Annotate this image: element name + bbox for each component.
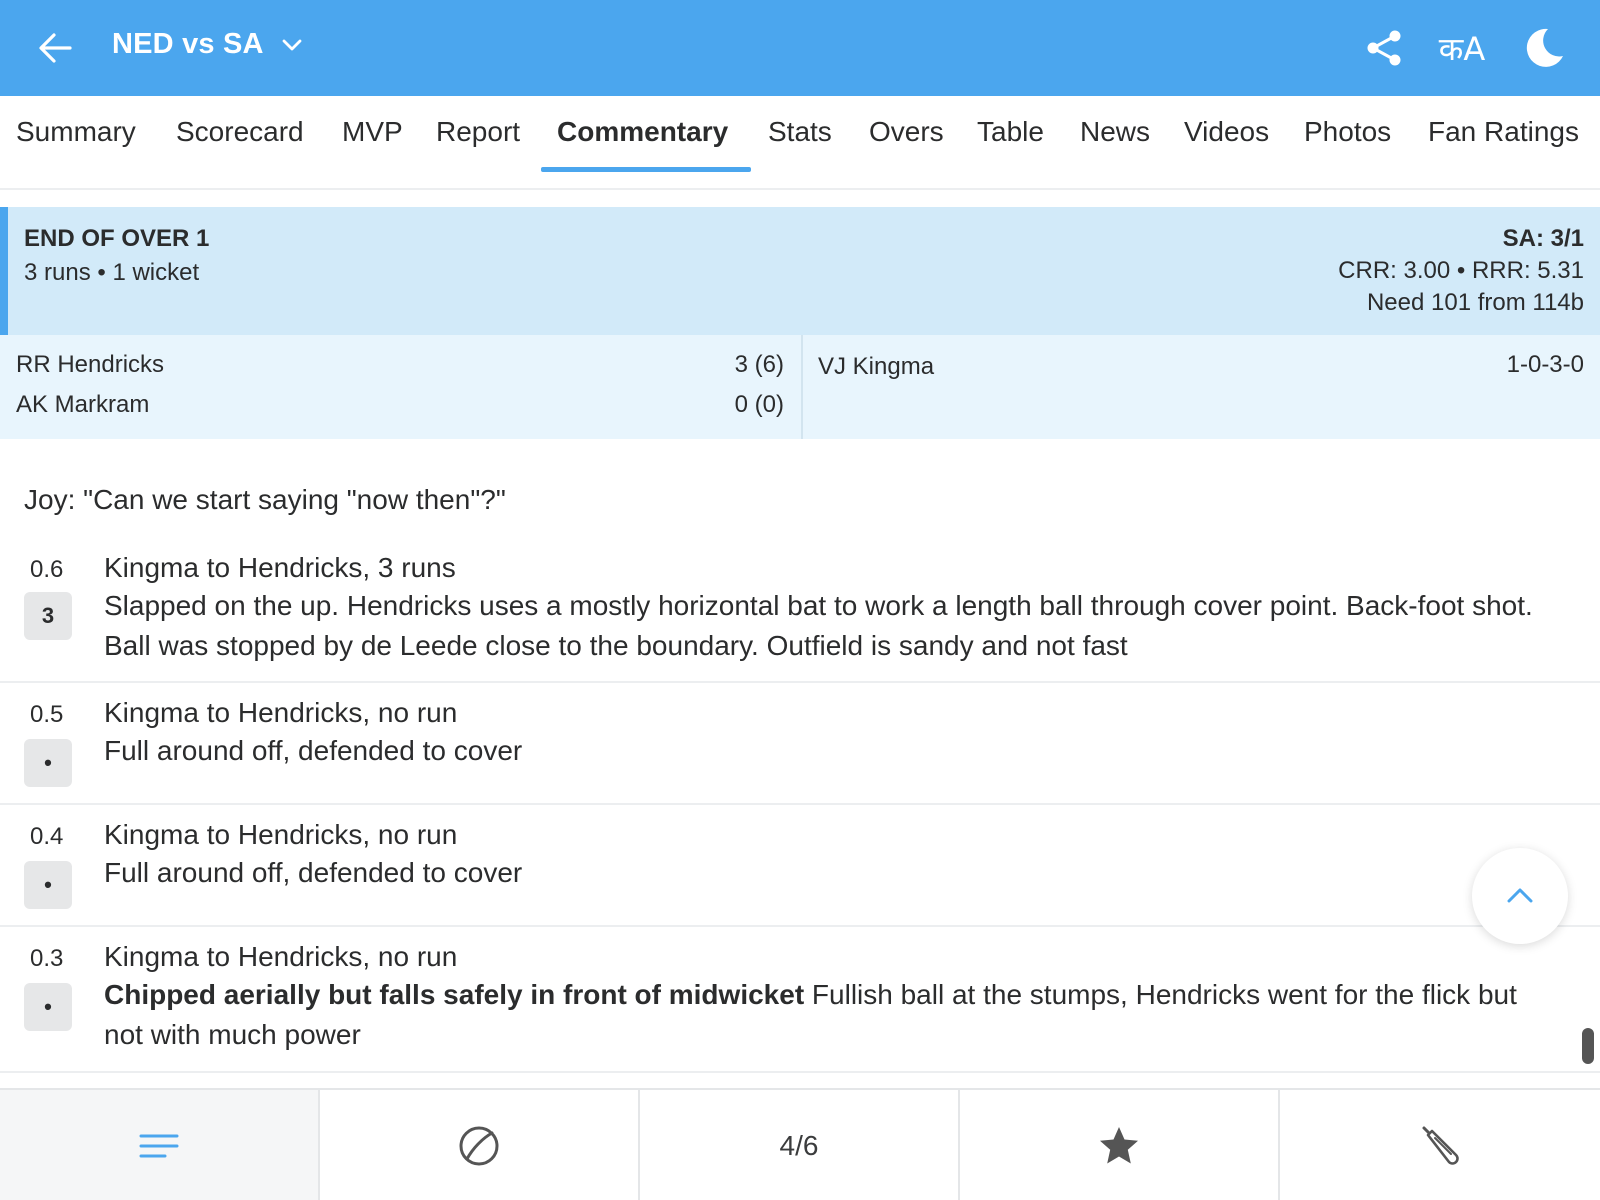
- commentary-item: 0.5 • Kingma to Hendricks, no run Full a…: [0, 683, 1600, 805]
- active-tab-indicator: [541, 167, 751, 172]
- bowler-figures: 1-0-3-0: [1506, 351, 1584, 378]
- commentary-item: 0.4 • Kingma to Hendricks, no run Full a…: [0, 805, 1600, 927]
- ball-description: Full around off, defended to cover: [104, 857, 523, 888]
- end-of-over-card: END OF OVER 1 3 runs • 1 wicket SA: 3/1 …: [0, 207, 1600, 335]
- over-number: 0.6: [30, 556, 64, 583]
- moon-icon[interactable]: [1520, 24, 1568, 72]
- over-number: 0.5: [30, 701, 64, 728]
- chevron-up-icon: [1507, 888, 1533, 903]
- page-indicator: 4/6: [779, 1130, 819, 1161]
- ball-result-badge: •: [24, 983, 72, 1031]
- tab-videos[interactable]: Videos: [1184, 116, 1269, 148]
- bottom-nav: 4/6: [0, 1088, 1600, 1200]
- commentary-note: Joy: "Can we start saying "now then"?": [24, 484, 506, 515]
- team-score: SA: 3/1: [1502, 225, 1584, 252]
- match-selector[interactable]: NED vs SA: [112, 28, 304, 61]
- top-bar: NED vs SA कA: [0, 0, 1600, 96]
- ball-description: Chipped aerially but falls safely in fro…: [104, 975, 1544, 1055]
- star-icon: [1100, 1127, 1138, 1164]
- ball-result-badge: 3: [24, 592, 72, 640]
- tab-summary[interactable]: Summary: [16, 116, 136, 148]
- ball-highlight: Chipped aerially but falls safely in fro…: [104, 979, 805, 1010]
- commentary-item: 0.6 3 Kingma to Hendricks, 3 runs Slappe…: [0, 546, 1600, 683]
- tab-report[interactable]: Report: [436, 116, 520, 148]
- nav-highlights[interactable]: [960, 1090, 1280, 1200]
- over-number: 0.3: [30, 945, 64, 972]
- tab-table[interactable]: Table: [977, 116, 1044, 148]
- ball-description: Full around off, defended to cover: [104, 735, 523, 766]
- chevron-down-icon: [282, 39, 302, 50]
- ball-result-badge: •: [24, 861, 72, 909]
- nav-batting[interactable]: [1280, 1090, 1600, 1200]
- nav-ball-by-ball[interactable]: [320, 1090, 640, 1200]
- tab-news[interactable]: News: [1080, 116, 1150, 148]
- batter-name[interactable]: RR Hendricks: [16, 351, 164, 379]
- arrow-left-icon[interactable]: [36, 28, 76, 68]
- nav-pager[interactable]: 4/6: [640, 1090, 960, 1200]
- cricket-ball-icon: [459, 1126, 499, 1166]
- tab-commentary[interactable]: Commentary: [557, 116, 728, 148]
- run-rates: CRR: 3.00 • RRR: 5.31: [1338, 257, 1584, 284]
- ball-headline: Kingma to Hendricks, no run: [104, 941, 458, 972]
- ball-description: Slapped on the up. Hendricks uses a most…: [104, 590, 1533, 661]
- tab-fan-ratings[interactable]: Fan Ratings: [1428, 116, 1579, 148]
- tab-overs[interactable]: Overs: [869, 116, 944, 148]
- nav-commentary[interactable]: [0, 1090, 320, 1200]
- ball-headline: Kingma to Hendricks, 3 runs: [104, 552, 456, 583]
- bowler-name[interactable]: VJ Kingma: [818, 353, 934, 381]
- language-label: कA: [1438, 29, 1486, 68]
- target-requirement: Need 101 from 114b: [1366, 289, 1584, 316]
- tab-mvp[interactable]: MVP: [342, 116, 403, 148]
- batter-name[interactable]: AK Markram: [16, 391, 149, 419]
- panel-divider: [801, 335, 803, 439]
- batter-score: 3 (6): [734, 351, 784, 378]
- scrollbar-thumb[interactable]: [1582, 1028, 1594, 1064]
- match-title: NED vs SA: [112, 28, 264, 60]
- language-icon[interactable]: कA: [1438, 24, 1486, 72]
- tab-bar: Summary Scorecard MVP Report Commentary …: [0, 96, 1600, 190]
- tab-scorecard[interactable]: Scorecard: [176, 116, 304, 148]
- ball-headline: Kingma to Hendricks, no run: [104, 819, 458, 850]
- ball-headline: Kingma to Hendricks, no run: [104, 697, 458, 728]
- players-panel: RR Hendricks 3 (6) AK Markram 0 (0) VJ K…: [0, 335, 1600, 439]
- over-number: 0.4: [30, 823, 64, 850]
- tab-stats[interactable]: Stats: [768, 116, 832, 148]
- scroll-to-top-button[interactable]: [1472, 848, 1568, 944]
- menu-lines-icon: [139, 1134, 179, 1158]
- end-of-over-title: END OF OVER 1: [24, 225, 210, 252]
- batter-score: 0 (0): [734, 391, 784, 418]
- commentary-item: 0.3 • Kingma to Hendricks, no run Chippe…: [0, 927, 1600, 1073]
- tab-photos[interactable]: Photos: [1304, 116, 1391, 148]
- ball-result-badge: •: [24, 739, 72, 787]
- cricket-bat-icon: [1422, 1126, 1459, 1165]
- share-icon[interactable]: [1360, 24, 1408, 72]
- over-summary: 3 runs • 1 wicket: [24, 259, 200, 286]
